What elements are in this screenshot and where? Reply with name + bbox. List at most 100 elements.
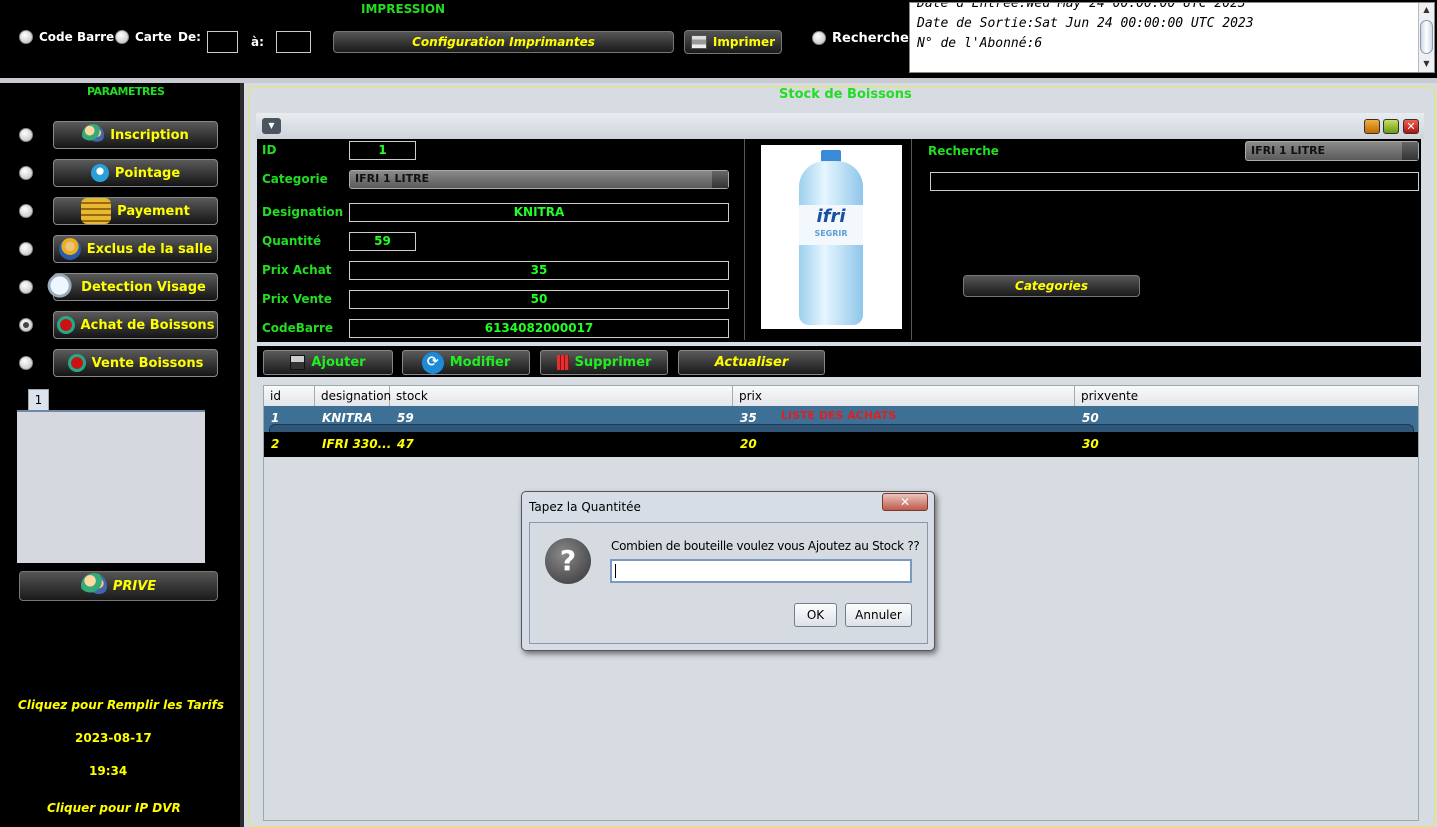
magnifier-icon: [47, 273, 76, 301]
users-icon: [80, 573, 107, 599]
modify-button[interactable]: ⟳ Modifier: [402, 350, 530, 375]
search-combo-arrow[interactable]: [1402, 142, 1418, 160]
sell-price-field[interactable]: 50: [349, 290, 729, 309]
close-icon: ✕: [899, 495, 911, 509]
quantity-field[interactable]: 59: [349, 232, 416, 251]
sidebar-radio-payement[interactable]: [19, 204, 33, 218]
sidebar-label-exclus: Exclus de la salle: [86, 241, 213, 257]
designation-label: Designation: [262, 205, 344, 219]
print-section-title: IMPRESSION: [361, 2, 446, 16]
form-divider-1: [744, 139, 745, 340]
id-field[interactable]: 1: [349, 141, 416, 160]
buy-price-label: Prix Achat: [262, 263, 332, 277]
sidebar-label-payement: Payement: [117, 203, 190, 219]
subscriber-info-box: Date d'Entrée:Wed May 24 00:00:00 UTC 20…: [909, 2, 1435, 73]
refresh-icon: ⟳: [421, 351, 444, 374]
buy-price-field[interactable]: 35: [349, 261, 729, 280]
printer-config-button[interactable]: Configuration Imprimantes: [333, 31, 674, 53]
internal-frame-titlebar: [256, 113, 1424, 139]
scroll-up-icon[interactable]: ▲: [1419, 3, 1434, 17]
current-date: 2023-08-17: [75, 731, 152, 745]
bottle-body: ifri SEGRIR: [799, 161, 863, 325]
col-header-designation[interactable]: designation: [315, 386, 391, 406]
scroll-down-icon[interactable]: ▼: [1419, 57, 1434, 71]
refresh-button[interactable]: Actualiser: [678, 350, 825, 375]
radio-barcode[interactable]: [19, 30, 33, 44]
search-combo-value: IFRI 1 LITRE: [1251, 144, 1326, 157]
designation-field[interactable]: KNITRA: [349, 203, 729, 222]
scroll-thumb[interactable]: [1420, 20, 1433, 54]
question-icon: ?: [545, 538, 591, 584]
minimize-icon[interactable]: [1364, 119, 1380, 134]
search-input[interactable]: [930, 172, 1419, 191]
barcode-field[interactable]: 6134082000017: [349, 319, 729, 338]
sidebar-radio-detection[interactable]: [19, 280, 33, 294]
col-header-id[interactable]: id: [264, 386, 315, 406]
sidebar-label-detection: Detection Visage: [81, 279, 206, 295]
add-button[interactable]: Ajouter: [263, 350, 393, 375]
add-label: Ajouter: [311, 355, 366, 370]
sidebar-item-pointage[interactable]: Pointage: [53, 159, 218, 187]
sidebar-item-vente-boissons[interactable]: Vente Boissons: [53, 349, 218, 377]
overlay-bar: [269, 424, 1414, 432]
id-label: ID: [262, 143, 277, 157]
category-combo[interactable]: IFRI 1 LITRE: [349, 170, 729, 189]
cell-designation: IFRI 330...: [322, 437, 390, 451]
trash-icon: [556, 355, 569, 370]
to-field[interactable]: [276, 31, 311, 53]
radio-card[interactable]: [115, 30, 129, 44]
sidebar-radio-achat[interactable]: [19, 318, 33, 332]
frame-menu-button[interactable]: ▼: [262, 118, 281, 134]
prive-label: PRIVE: [112, 578, 157, 594]
sell-price-label: Prix Vente: [262, 292, 332, 306]
sidebar-label-vente: Vente Boissons: [91, 355, 204, 371]
maximize-icon[interactable]: [1383, 119, 1399, 134]
cancel-button[interactable]: Annuler: [845, 603, 912, 627]
combo-arrow[interactable]: [712, 171, 728, 188]
radio-search[interactable]: [812, 31, 826, 45]
sidebar-item-detection[interactable]: Detection Visage: [47, 273, 218, 301]
sidebar-radio-inscription[interactable]: [19, 128, 33, 142]
quantity-input[interactable]: [610, 559, 912, 583]
sidebar-label-achat: Achat de Boissons: [80, 317, 215, 333]
dialog-close-button[interactable]: ✕: [882, 493, 928, 511]
banned-user-icon: [58, 238, 81, 260]
tarifs-link[interactable]: Cliquez pour Remplir les Tarifs: [18, 698, 224, 712]
sidebar-radio-pointage[interactable]: [19, 166, 33, 180]
print-label: Imprimer: [712, 35, 776, 49]
panel-title: Stock de Boissons: [779, 87, 912, 102]
sidebar-item-payement[interactable]: Payement: [53, 197, 218, 225]
radio-card-label: Carte: [135, 30, 172, 44]
product-image: ifri SEGRIR: [761, 145, 902, 329]
print-button[interactable]: Imprimer: [684, 30, 782, 54]
cart-icon: [56, 316, 75, 334]
save-icon: [290, 355, 306, 370]
sidebar-radio-vente[interactable]: [19, 356, 33, 370]
col-header-stock[interactable]: stock: [390, 386, 733, 406]
delete-button[interactable]: Supprimer: [540, 350, 668, 375]
form-divider-2: [911, 139, 912, 340]
search-combo[interactable]: IFRI 1 LITRE: [1245, 141, 1419, 161]
from-field[interactable]: [207, 31, 238, 53]
info-line-exit: Date de Sortie:Sat Jun 24 00:00:00 UTC 2…: [917, 16, 1254, 31]
sidebar-label-pointage: Pointage: [114, 165, 181, 181]
barcode-label: CodeBarre: [262, 321, 333, 335]
dvr-link[interactable]: Cliquer pour IP DVR: [47, 801, 181, 815]
col-header-prixvente[interactable]: prixvente: [1075, 386, 1418, 406]
ok-button[interactable]: OK: [794, 603, 837, 627]
sidebar-radio-exclus[interactable]: [19, 242, 33, 256]
dialog-body: ? Combien de bouteille voulez vous Ajout…: [529, 522, 928, 644]
col-header-prix[interactable]: prix: [733, 386, 1075, 406]
sidebar-tab-1[interactable]: 1: [28, 389, 49, 410]
radio-search-label: Recherche: [832, 31, 909, 46]
sidebar-item-inscription[interactable]: Inscription: [53, 121, 218, 149]
info-scrollbar[interactable]: ▲ ▼: [1418, 3, 1434, 72]
prive-button[interactable]: PRIVE: [19, 571, 218, 601]
sidebar-item-achat-boissons[interactable]: Achat de Boissons: [53, 311, 218, 339]
info-line-entry: Date d'Entrée:Wed May 24 00:00:00 UTC 20…: [917, 2, 1246, 11]
sidebar-item-exclus[interactable]: Exclus de la salle: [53, 235, 218, 263]
close-icon[interactable]: ✕: [1403, 119, 1419, 134]
categories-button[interactable]: Categories: [963, 275, 1140, 297]
refresh-label: Actualiser: [714, 355, 789, 370]
modify-label: Modifier: [449, 355, 511, 370]
